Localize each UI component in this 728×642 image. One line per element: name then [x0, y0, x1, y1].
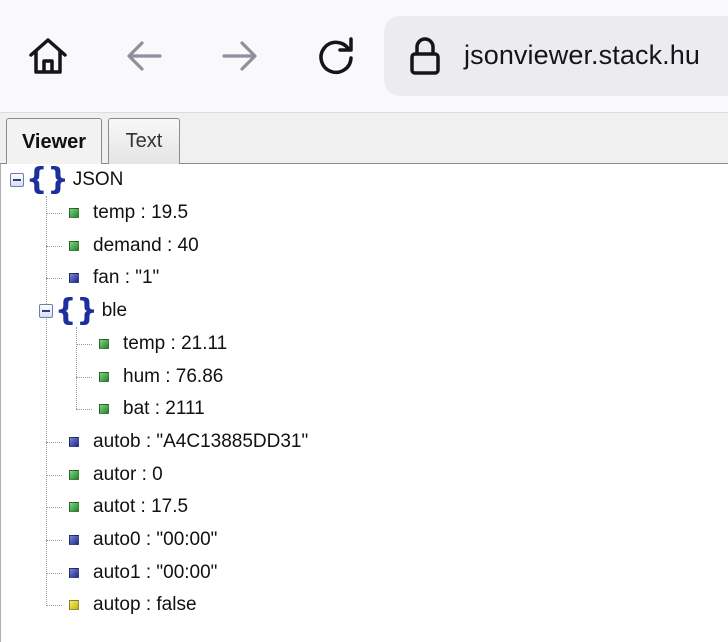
- tree-node[interactable]: autop : false: [69, 589, 197, 621]
- tree-node-root[interactable]: {} JSON: [10, 164, 123, 196]
- tab-strip: Viewer Text: [0, 112, 728, 165]
- node-label: hum : 76.86: [123, 366, 224, 387]
- tree-node[interactable]: fan : "1": [69, 262, 159, 294]
- node-label: temp : 21.11: [123, 333, 228, 354]
- tree-connector: [46, 540, 62, 541]
- tree-connector: [46, 213, 62, 214]
- node-label: JSON: [72, 169, 124, 190]
- tree-connector: [46, 507, 62, 508]
- node-label: autop : false: [93, 594, 197, 615]
- tree-connector: [46, 246, 62, 247]
- node-label: auto1 : "00:00": [93, 562, 218, 583]
- string-value-icon: [69, 568, 79, 578]
- tree-node-ble[interactable]: {} ble: [39, 295, 127, 327]
- browser-toolbar: jsonviewer.stack.hu: [0, 0, 728, 112]
- string-value-icon: [69, 437, 79, 447]
- node-label: ble: [101, 300, 128, 321]
- tree-connector: [46, 196, 47, 606]
- number-value-icon: [69, 241, 79, 251]
- tree-node[interactable]: autob : "A4C13885DD31": [69, 426, 308, 458]
- tree-connector: [46, 475, 62, 476]
- object-icon: {}: [26, 162, 69, 197]
- number-value-icon: [99, 372, 109, 382]
- number-value-icon: [99, 404, 109, 414]
- tree-connector: [46, 573, 62, 574]
- json-tree: {} JSON temp : 19.5 demand : 40 fan : "1…: [0, 164, 728, 642]
- tree-node[interactable]: demand : 40: [69, 230, 199, 262]
- node-label: demand : 40: [93, 235, 199, 256]
- forward-button[interactable]: [212, 28, 268, 84]
- node-label: autob : "A4C13885DD31": [93, 431, 309, 452]
- tree-connector: [46, 605, 62, 606]
- tree-connector: [76, 344, 92, 345]
- string-value-icon: [69, 535, 79, 545]
- url-bar[interactable]: jsonviewer.stack.hu: [384, 16, 728, 96]
- collapse-toggle-icon[interactable]: [10, 173, 24, 187]
- reload-icon: [319, 37, 353, 75]
- tab-viewer-label: Viewer: [21, 130, 87, 153]
- tree-node[interactable]: temp : 19.5: [69, 197, 188, 229]
- tree-connector: [76, 377, 92, 378]
- tree-node[interactable]: auto0 : "00:00": [69, 524, 217, 556]
- collapse-toggle-icon[interactable]: [39, 304, 53, 318]
- number-value-icon: [69, 208, 79, 218]
- boolean-value-icon: [69, 600, 79, 610]
- node-label: temp : 19.5: [93, 202, 189, 223]
- tree-connector: [46, 442, 62, 443]
- tree-node[interactable]: temp : 21.11: [99, 328, 227, 360]
- tree-node[interactable]: bat : 2111: [99, 393, 205, 425]
- home-icon: [29, 38, 67, 74]
- tree-node[interactable]: autot : 17.5: [69, 491, 188, 523]
- tab-viewer[interactable]: Viewer: [6, 118, 102, 165]
- tab-text-label: Text: [125, 130, 163, 152]
- back-arrow-icon: [127, 41, 162, 71]
- tab-text[interactable]: Text: [108, 118, 180, 164]
- number-value-icon: [69, 470, 79, 480]
- node-label: autor : 0: [93, 464, 163, 485]
- tree-connector: [46, 278, 62, 279]
- back-button[interactable]: [116, 28, 172, 84]
- node-label: autot : 17.5: [93, 496, 189, 517]
- object-icon: {}: [55, 293, 98, 328]
- node-label: bat : 2111: [123, 398, 205, 419]
- number-value-icon: [69, 502, 79, 512]
- tree-node[interactable]: auto1 : "00:00": [69, 557, 217, 589]
- lock-icon: [410, 37, 440, 75]
- string-value-icon: [69, 273, 79, 283]
- reload-button[interactable]: [308, 28, 364, 84]
- node-label: auto0 : "00:00": [93, 529, 218, 550]
- tree-node[interactable]: autor : 0: [69, 459, 163, 491]
- tree-node[interactable]: hum : 76.86: [99, 361, 223, 393]
- url-text: jsonviewer.stack.hu: [464, 40, 701, 70]
- node-label: fan : "1": [93, 267, 160, 288]
- forward-arrow-icon: [222, 41, 257, 71]
- number-value-icon: [99, 339, 109, 349]
- home-button[interactable]: [20, 28, 76, 84]
- tree-connector: [76, 327, 77, 409]
- tree-connector: [76, 409, 92, 410]
